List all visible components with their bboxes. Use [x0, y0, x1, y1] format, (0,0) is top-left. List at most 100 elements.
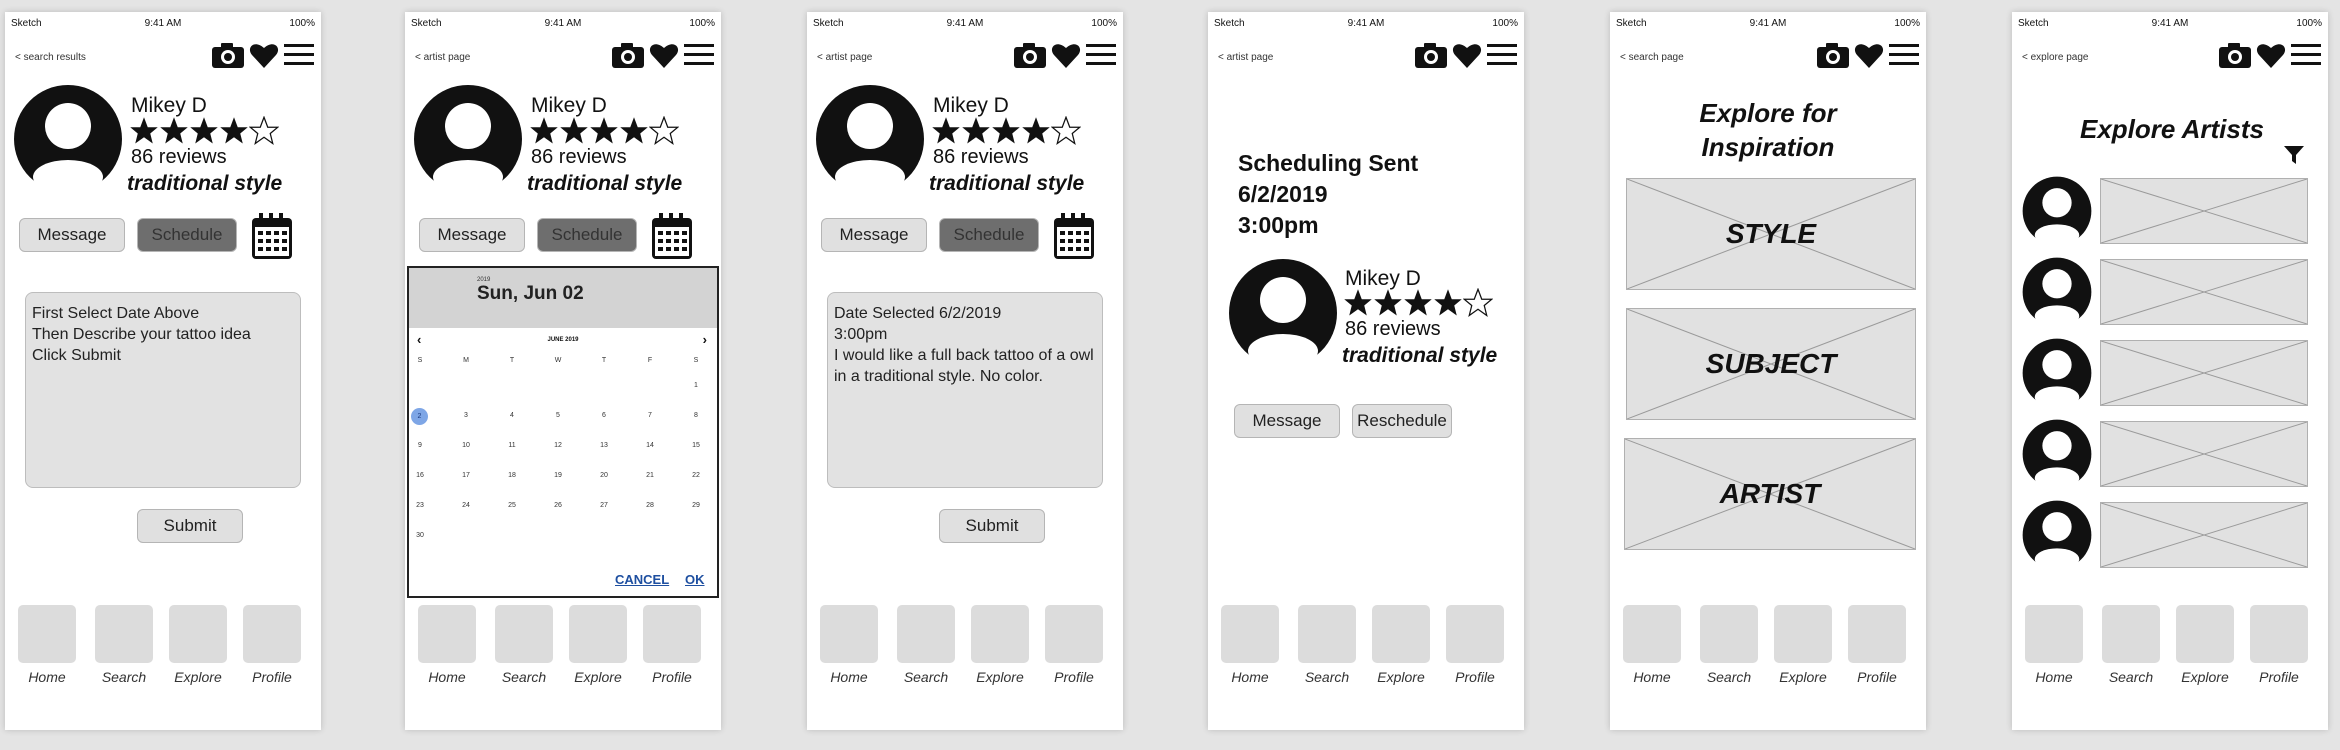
cancel-button[interactable]: CANCEL — [615, 572, 669, 587]
message-button[interactable]: Message — [821, 218, 927, 252]
tab-home[interactable]: Home — [2025, 605, 2083, 685]
camera-icon[interactable] — [611, 41, 645, 69]
filter-icon[interactable] — [2283, 144, 2305, 166]
tab-search[interactable]: Search — [1298, 605, 1356, 685]
menu-icon[interactable] — [683, 42, 715, 68]
reschedule-button[interactable]: Reschedule — [1352, 404, 1452, 438]
calendar-icon[interactable] — [1053, 212, 1095, 260]
back-link[interactable]: < artist page — [817, 52, 872, 63]
calendar-day[interactable]: 26 — [548, 502, 568, 509]
category-style-card[interactable]: STYLE — [1626, 178, 1916, 290]
back-link[interactable]: < artist page — [1218, 52, 1273, 63]
tab-home[interactable]: Home — [18, 605, 76, 685]
schedule-button[interactable]: Schedule — [537, 218, 637, 252]
category-subject-card[interactable]: SUBJECT — [1626, 308, 1916, 420]
tab-home[interactable]: Home — [1221, 605, 1279, 685]
heart-icon[interactable] — [1854, 41, 1884, 69]
calendar-day[interactable]: 18 — [502, 472, 522, 479]
camera-icon[interactable] — [1816, 41, 1850, 69]
calendar-day[interactable]: 17 — [456, 472, 476, 479]
tab-explore[interactable]: Explore — [569, 605, 627, 685]
tab-explore[interactable]: Explore — [971, 605, 1029, 685]
tab-explore[interactable]: Explore — [1372, 605, 1430, 685]
calendar-day[interactable]: 14 — [640, 442, 660, 449]
message-button[interactable]: Message — [419, 218, 525, 252]
message-button[interactable]: Message — [1234, 404, 1340, 438]
tab-profile[interactable]: Profile — [1848, 605, 1906, 685]
calendar-day-selected[interactable]: 2 — [411, 408, 428, 425]
calendar-day[interactable]: 6 — [594, 412, 614, 419]
tab-profile[interactable]: Profile — [1446, 605, 1504, 685]
calendar-day[interactable]: 27 — [594, 502, 614, 509]
calendar-day[interactable]: 1 — [686, 382, 706, 389]
back-link[interactable]: < artist page — [415, 52, 470, 63]
camera-icon[interactable] — [2218, 41, 2252, 69]
tab-search[interactable]: Search — [95, 605, 153, 685]
next-month-icon[interactable]: › — [703, 332, 707, 347]
tab-explore[interactable]: Explore — [2176, 605, 2234, 685]
calendar-day[interactable]: 8 — [686, 412, 706, 419]
tab-explore[interactable]: Explore — [169, 605, 227, 685]
calendar-day[interactable]: 10 — [456, 442, 476, 449]
calendar-day[interactable]: 7 — [640, 412, 660, 419]
tab-search[interactable]: Search — [2102, 605, 2160, 685]
calendar-day[interactable]: 20 — [594, 472, 614, 479]
calendar-day[interactable]: 23 — [410, 502, 430, 509]
menu-icon[interactable] — [283, 42, 315, 68]
ok-button[interactable]: OK — [685, 572, 705, 587]
camera-icon[interactable] — [1013, 41, 1047, 69]
calendar-icon[interactable] — [651, 212, 693, 260]
tab-search[interactable]: Search — [1700, 605, 1758, 685]
calendar-day[interactable]: 29 — [686, 502, 706, 509]
calendar-day[interactable]: 13 — [594, 442, 614, 449]
calendar-day[interactable]: 4 — [502, 412, 522, 419]
heart-icon[interactable] — [249, 41, 279, 69]
calendar-day[interactable]: 21 — [640, 472, 660, 479]
tab-profile[interactable]: Profile — [643, 605, 701, 685]
heart-icon[interactable] — [2256, 41, 2286, 69]
calendar-icon[interactable] — [251, 212, 293, 260]
heart-icon[interactable] — [1452, 41, 1482, 69]
tab-profile[interactable]: Profile — [2250, 605, 2308, 685]
submit-button[interactable]: Submit — [939, 509, 1045, 543]
calendar-day[interactable]: 12 — [548, 442, 568, 449]
tab-profile[interactable]: Profile — [243, 605, 301, 685]
camera-icon[interactable] — [211, 41, 245, 69]
menu-icon[interactable] — [1888, 42, 1920, 68]
tab-home[interactable]: Home — [820, 605, 878, 685]
calendar-day[interactable]: 22 — [686, 472, 706, 479]
back-link[interactable]: < explore page — [2022, 52, 2088, 63]
back-link[interactable]: < search results — [15, 52, 86, 63]
schedule-button[interactable]: Schedule — [137, 218, 237, 252]
calendar-day[interactable]: 30 — [410, 532, 430, 539]
submit-button[interactable]: Submit — [137, 509, 243, 543]
tab-search[interactable]: Search — [495, 605, 553, 685]
calendar-day[interactable]: 28 — [640, 502, 660, 509]
calendar-day[interactable]: 9 — [410, 442, 430, 449]
calendar-day[interactable]: 19 — [548, 472, 568, 479]
back-link[interactable]: < search page — [1620, 52, 1684, 63]
category-artist-card[interactable]: ARTIST — [1624, 438, 1916, 550]
calendar-day[interactable]: 24 — [456, 502, 476, 509]
tattoo-request-textarea[interactable]: Date Selected 6/2/2019 3:00pm I would li… — [827, 292, 1103, 488]
schedule-button[interactable]: Schedule — [939, 218, 1039, 252]
menu-icon[interactable] — [1085, 42, 1117, 68]
tab-home[interactable]: Home — [418, 605, 476, 685]
tab-profile[interactable]: Profile — [1045, 605, 1103, 685]
camera-icon[interactable] — [1414, 41, 1448, 69]
menu-icon[interactable] — [1486, 42, 1518, 68]
tab-home[interactable]: Home — [1623, 605, 1681, 685]
menu-icon[interactable] — [2290, 42, 2322, 68]
tab-explore[interactable]: Explore — [1774, 605, 1832, 685]
calendar-day[interactable]: 5 — [548, 412, 568, 419]
calendar-day[interactable]: 3 — [456, 412, 476, 419]
message-button[interactable]: Message — [19, 218, 125, 252]
calendar-day[interactable]: 25 — [502, 502, 522, 509]
tab-search[interactable]: Search — [897, 605, 955, 685]
tattoo-idea-textarea[interactable]: First Select Date Above Then Describe yo… — [25, 292, 301, 488]
heart-icon[interactable] — [1051, 41, 1081, 69]
calendar-day[interactable]: 15 — [686, 442, 706, 449]
calendar-day[interactable]: 11 — [502, 442, 522, 449]
heart-icon[interactable] — [649, 41, 679, 69]
calendar-day[interactable]: 16 — [410, 472, 430, 479]
